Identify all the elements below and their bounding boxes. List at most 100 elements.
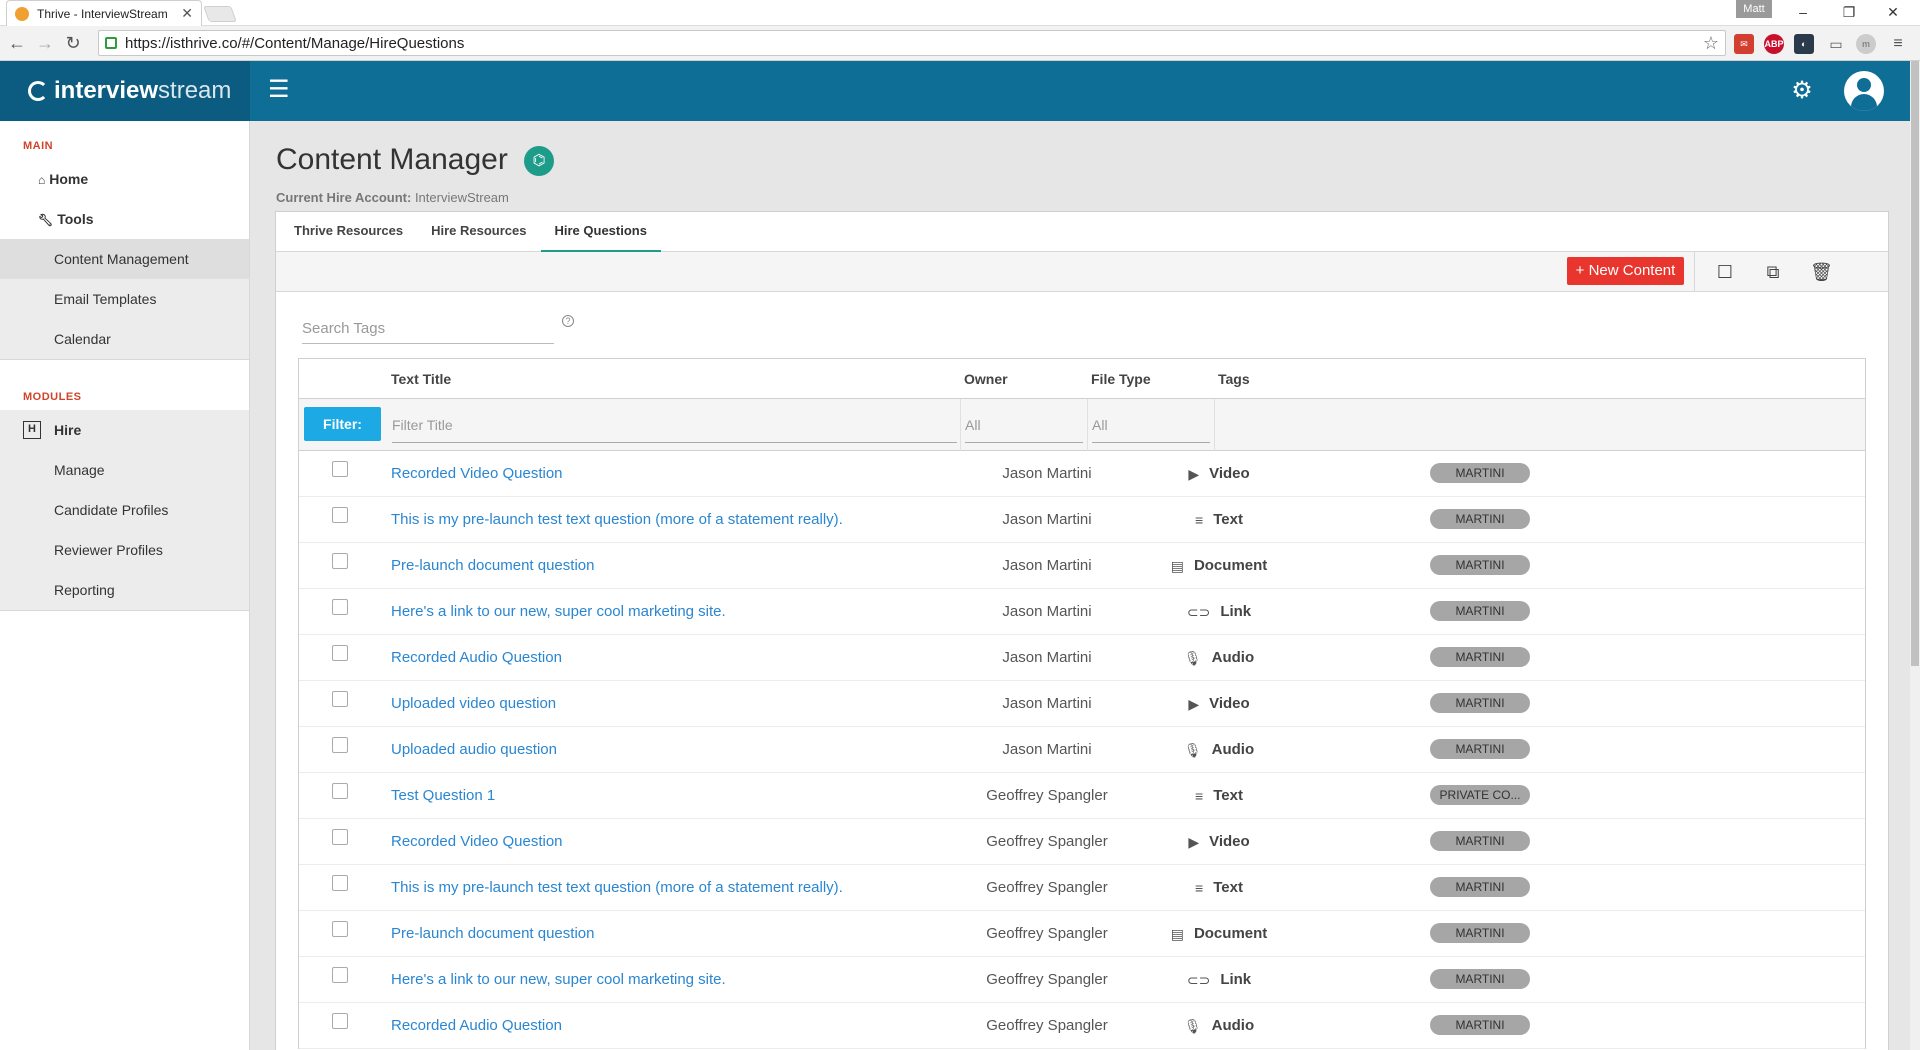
gear-icon[interactable]: ⚙: [1788, 77, 1816, 105]
table-row[interactable]: Recorded Video Question Jason Martini ▶ Vid…: [299, 451, 1865, 497]
question-title-link[interactable]: Pre-launch document question: [391, 543, 594, 589]
minimize-icon[interactable]: –: [1788, 2, 1818, 22]
table-row[interactable]: Uploaded audio question Jason Martini 🎙︎ Au…: [299, 727, 1865, 773]
sidebar-item-content-management[interactable]: Content Management: [0, 239, 249, 279]
row-checkbox[interactable]: [332, 599, 348, 615]
column-header-title[interactable]: Text Title: [391, 359, 451, 399]
scrollbar-thumb[interactable]: [1911, 61, 1919, 666]
question-title-link[interactable]: Recorded Audio Question: [391, 635, 562, 681]
close-tab-icon[interactable]: ✕: [181, 5, 193, 22]
tag-badge[interactable]: MARTINI: [1430, 831, 1530, 851]
row-checkbox[interactable]: [332, 507, 348, 523]
extension-m-icon[interactable]: m: [1856, 34, 1876, 54]
table-row[interactable]: This is my pre-launch test text question…: [299, 497, 1865, 543]
logo[interactable]: interview stream: [0, 61, 250, 121]
tag-badge[interactable]: MARTINI: [1430, 509, 1530, 529]
sidebar-item-candidate-profiles[interactable]: Candidate Profiles: [0, 490, 249, 530]
question-title-link[interactable]: Test Question 1: [391, 773, 495, 819]
row-checkbox[interactable]: [332, 553, 348, 569]
table-row[interactable]: Recorded Video Question Geoffrey Spangler…: [299, 819, 1865, 865]
sidebar-item-reporting[interactable]: Reporting: [0, 570, 249, 610]
org-chart-icon[interactable]: ⌬: [524, 146, 554, 176]
trash-icon[interactable]: 🗑︎: [1810, 261, 1833, 283]
column-header-owner[interactable]: Owner: [964, 359, 1008, 399]
tag-badge[interactable]: MARTINI: [1430, 923, 1530, 943]
row-checkbox[interactable]: [332, 1013, 348, 1029]
help-icon[interactable]: ?: [562, 315, 574, 327]
url-text[interactable]: https://isthrive.co/#/Content/Manage/Hir…: [125, 35, 1703, 52]
tag-badge[interactable]: MARTINI: [1430, 969, 1530, 989]
table-row[interactable]: Here's a link to our new, super cool mar…: [299, 957, 1865, 1003]
row-checkbox[interactable]: [332, 461, 348, 477]
tab-hire-questions[interactable]: Hire Questions: [540, 212, 661, 252]
question-title-link[interactable]: Here's a link to our new, super cool mar…: [391, 957, 726, 1003]
row-checkbox[interactable]: [332, 921, 348, 937]
tag-badge[interactable]: MARTINI: [1430, 463, 1530, 483]
forward-icon[interactable]: →: [34, 32, 56, 54]
reload-icon[interactable]: ↻: [62, 32, 84, 54]
row-checkbox[interactable]: [332, 875, 348, 891]
gmail-extension-icon[interactable]: ✉: [1734, 34, 1754, 54]
table-row[interactable]: Test Question 1 Geoffrey Spangler ≡ Text PRI…: [299, 773, 1865, 819]
search-tags-input[interactable]: Search Tags: [302, 314, 554, 344]
browser-tab[interactable]: Thrive - InterviewStream ✕: [6, 0, 202, 26]
row-checkbox[interactable]: [332, 691, 348, 707]
tag-badge[interactable]: PRIVATE CO...: [1430, 785, 1530, 805]
question-title-link[interactable]: Recorded Video Question: [391, 819, 563, 865]
question-title-link[interactable]: Here's a link to our new, super cool mar…: [391, 589, 726, 635]
address-bar[interactable]: https://isthrive.co/#/Content/Manage/Hir…: [98, 30, 1726, 56]
table-row[interactable]: This is my pre-launch test text question…: [299, 865, 1865, 911]
question-title-link[interactable]: Uploaded audio question: [391, 727, 557, 773]
filter-title-input[interactable]: Filter Title: [392, 407, 957, 443]
tab-hire-resources[interactable]: Hire Resources: [417, 212, 540, 252]
back-icon[interactable]: ←: [6, 32, 28, 54]
profile-name[interactable]: Matt: [1736, 0, 1772, 18]
question-title-link[interactable]: Uploaded video question: [391, 681, 556, 727]
new-content-button[interactable]: + New Content: [1567, 257, 1684, 285]
avatar[interactable]: [1844, 71, 1884, 111]
row-checkbox[interactable]: [332, 829, 348, 845]
hamburger-menu-icon[interactable]: ☰: [268, 78, 294, 102]
cast-icon[interactable]: ▭: [1826, 34, 1846, 54]
sidebar-item-tools[interactable]: 🔧︎ Tools: [0, 199, 249, 239]
question-title-link[interactable]: Recorded Video Question: [391, 451, 563, 497]
copy-icon[interactable]: ⧉: [1762, 261, 1784, 283]
sidebar-item-calendar[interactable]: Calendar: [0, 319, 249, 359]
select-all-icon[interactable]: ☐: [1714, 261, 1736, 283]
row-checkbox[interactable]: [332, 645, 348, 661]
tag-badge[interactable]: MARTINI: [1430, 555, 1530, 575]
filter-button[interactable]: Filter:: [304, 407, 381, 441]
row-checkbox[interactable]: [332, 783, 348, 799]
column-header-file-type[interactable]: File Type: [1091, 359, 1151, 399]
new-tab-button[interactable]: [203, 6, 237, 22]
table-row[interactable]: Pre-launch document question Jason Martin…: [299, 543, 1865, 589]
tag-badge[interactable]: MARTINI: [1430, 693, 1530, 713]
restore-icon[interactable]: ❐: [1834, 2, 1864, 22]
table-row[interactable]: Recorded Audio Question Geoffrey Spangler…: [299, 1003, 1865, 1049]
sidebar-item-home[interactable]: ⌂ Home: [0, 159, 249, 199]
tab-thrive-resources[interactable]: Thrive Resources: [280, 212, 417, 252]
extension-icon[interactable]: ◐: [1794, 34, 1814, 54]
sidebar-item-reviewer-profiles[interactable]: Reviewer Profiles: [0, 530, 249, 570]
filter-owner-input[interactable]: All: [965, 407, 1083, 443]
tag-badge[interactable]: MARTINI: [1430, 877, 1530, 897]
column-header-tags[interactable]: Tags: [1218, 359, 1250, 399]
table-row[interactable]: Pre-launch document question Geoffrey Spa…: [299, 911, 1865, 957]
row-checkbox[interactable]: [332, 737, 348, 753]
question-title-link[interactable]: This is my pre-launch test text question…: [391, 865, 843, 911]
tag-badge[interactable]: MARTINI: [1430, 739, 1530, 759]
table-row[interactable]: Here's a link to our new, super cool mar…: [299, 589, 1865, 635]
tag-badge[interactable]: MARTINI: [1430, 647, 1530, 667]
filter-type-input[interactable]: All: [1092, 407, 1210, 443]
browser-menu-icon[interactable]: ≡: [1888, 34, 1908, 54]
page-scrollbar[interactable]: [1910, 61, 1920, 1050]
close-window-icon[interactable]: ✕: [1878, 2, 1908, 22]
table-row[interactable]: Recorded Audio Question Jason Martini 🎙︎ Au…: [299, 635, 1865, 681]
sidebar-item-email-templates[interactable]: Email Templates: [0, 279, 249, 319]
row-checkbox[interactable]: [332, 967, 348, 983]
question-title-link[interactable]: Recorded Audio Question: [391, 1003, 562, 1049]
adblock-extension-icon[interactable]: ABP: [1764, 34, 1784, 54]
sidebar-item-manage[interactable]: Manage: [0, 450, 249, 490]
bookmark-star-icon[interactable]: ☆: [1703, 33, 1719, 54]
tag-badge[interactable]: MARTINI: [1430, 601, 1530, 621]
